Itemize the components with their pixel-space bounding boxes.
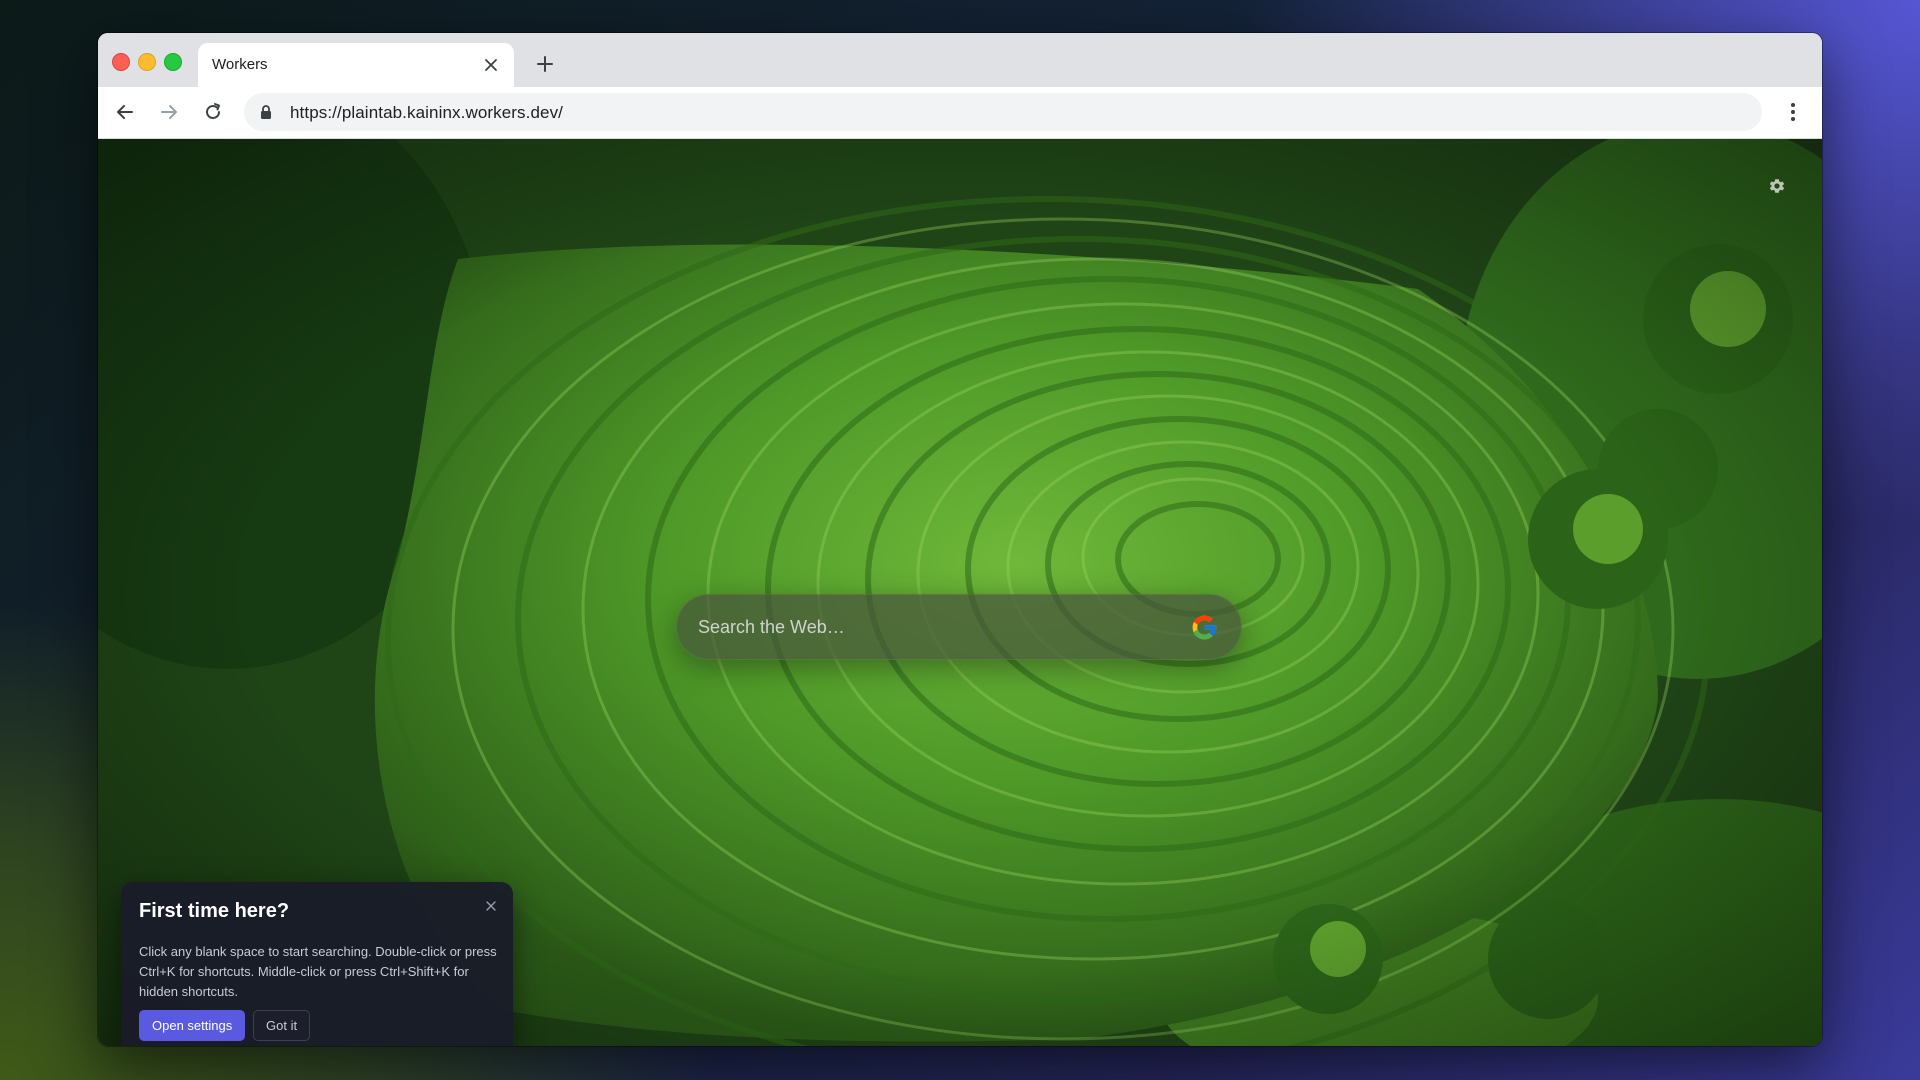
browser-window: Workers https://plaintab.kaininx.workers…	[98, 33, 1822, 1046]
search-input[interactable]	[698, 594, 1168, 660]
tab-strip: Workers	[98, 33, 1822, 87]
browser-toolbar: https://plaintab.kaininx.workers.dev/	[98, 87, 1822, 139]
new-tab-page[interactable]: First time here? Click any blank space t…	[98, 139, 1822, 1046]
reload-icon[interactable]	[198, 97, 228, 127]
arrow-left-icon[interactable]	[110, 97, 140, 127]
tab-workers[interactable]: Workers	[198, 43, 514, 87]
onboarding-popup: First time here? Click any blank space t…	[121, 882, 513, 1046]
close-icon[interactable]	[483, 898, 499, 914]
got-it-button[interactable]: Got it	[253, 1010, 311, 1041]
address-bar[interactable]: https://plaintab.kaininx.workers.dev/	[244, 93, 1762, 131]
plus-icon[interactable]	[530, 49, 560, 79]
maximize-window-button[interactable]	[164, 53, 182, 71]
open-settings-button[interactable]: Open settings	[139, 1010, 246, 1041]
arrow-right-icon[interactable]	[154, 97, 184, 127]
google-icon[interactable]	[1189, 612, 1220, 643]
gear-icon[interactable]	[1766, 175, 1788, 197]
lock-icon[interactable]	[258, 104, 274, 120]
tab-title: Workers	[212, 56, 268, 73]
popup-title: First time here?	[139, 900, 290, 922]
url-text[interactable]: https://plaintab.kaininx.workers.dev/	[290, 103, 563, 123]
kebab-menu-icon[interactable]	[1778, 97, 1808, 127]
close-icon[interactable]	[478, 52, 504, 78]
close-window-button[interactable]	[112, 53, 130, 71]
search-bar[interactable]	[676, 594, 1242, 660]
popup-description: Click any blank space to start searching…	[139, 944, 497, 999]
minimize-window-button[interactable]	[138, 53, 156, 71]
